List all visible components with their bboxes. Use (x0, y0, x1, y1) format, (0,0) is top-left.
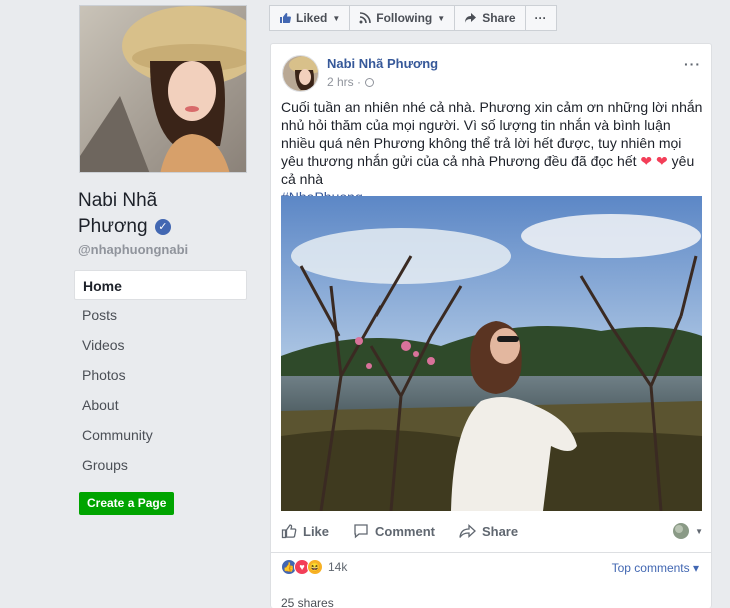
following-label: Following (376, 11, 433, 25)
post-author[interactable]: Nabi Nhã Phương (327, 56, 438, 71)
thumbs-up-icon (281, 524, 297, 539)
reactions-summary[interactable]: 👍 ♥ 😆 14k (281, 559, 347, 575)
share-arrow-icon (465, 13, 477, 23)
left-column: Nabi Nhã Phương ✓ @nhaphuongnabi Home Po… (0, 0, 257, 608)
post-card: Nabi Nhã Phương 2 hrs · ··· Cuối tuần an… (270, 43, 712, 608)
globe-icon (365, 78, 375, 87)
post-time: 2 hrs · (327, 75, 375, 89)
comment-icon (354, 524, 368, 539)
nav-item-photos[interactable]: Photos (74, 360, 247, 390)
page-name-line1: Nabi Nhã (78, 190, 158, 211)
share-arrow-icon (459, 523, 476, 538)
comment-label: Comment (375, 523, 435, 539)
shares-count[interactable]: 25 shares (281, 596, 334, 608)
post-as-selector[interactable]: ▼ (672, 522, 703, 540)
following-button[interactable]: Following ▼ (349, 5, 456, 31)
like-label: Like (303, 523, 330, 539)
nav-item-about[interactable]: About (74, 390, 247, 420)
share-page-button[interactable]: Share (454, 5, 526, 31)
liked-button[interactable]: Liked ▼ (269, 5, 351, 31)
like-button[interactable]: Like (281, 523, 329, 539)
nav-item-home[interactable]: Home (74, 270, 247, 300)
nav-item-community[interactable]: Community (74, 420, 247, 450)
comment-button[interactable]: Comment (353, 523, 435, 539)
page-nav: Home Posts Videos Photos About Community… (74, 270, 247, 480)
post-options-icon[interactable]: ··· (684, 56, 701, 72)
page-action-bar: Liked ▼ Following ▼ Share ··· (269, 5, 557, 31)
share-label: Share (482, 11, 516, 25)
page-handle: @nhaphuongnabi (78, 242, 189, 257)
post-text: Cuối tuần an nhiên nhé cả nhà. Phương xi… (281, 98, 706, 206)
nav-item-groups[interactable]: Groups (74, 450, 247, 480)
page-name: Nabi Nhã Phương ✓ (78, 188, 248, 240)
share-button[interactable]: Share (459, 524, 518, 539)
rss-icon (359, 12, 372, 24)
page-name-line2: Phương (78, 216, 148, 237)
post-photo[interactable] (281, 196, 702, 511)
chevron-down-icon: ▼ (332, 13, 341, 23)
share-label: Share (481, 523, 519, 539)
profile-picture[interactable] (79, 5, 247, 173)
post-action-row: Like Comment Share ▼ (281, 516, 703, 546)
divider (271, 552, 711, 553)
post-as-avatar (673, 523, 690, 539)
post-time-label: 2 hrs · (327, 75, 362, 89)
chevron-down-icon: ▼ (695, 526, 703, 536)
liked-label: Liked (296, 11, 328, 25)
nav-item-posts[interactable]: Posts (74, 300, 247, 330)
nav-item-videos[interactable]: Videos (74, 330, 247, 360)
heart-icon: ❤ ❤ (640, 153, 668, 169)
author-avatar[interactable] (282, 55, 319, 92)
chevron-down-icon: ▼ (437, 13, 446, 23)
top-comments-dropdown[interactable]: Top comments ▾ (612, 561, 699, 575)
haha-reaction-icon: 😆 (307, 559, 323, 575)
reaction-count: 14k (328, 560, 348, 574)
thumbs-up-icon (280, 13, 291, 23)
create-page-button[interactable]: Create a Page (79, 492, 175, 515)
more-options-button[interactable]: ··· (524, 5, 557, 31)
verified-badge-icon: ✓ (154, 219, 171, 235)
